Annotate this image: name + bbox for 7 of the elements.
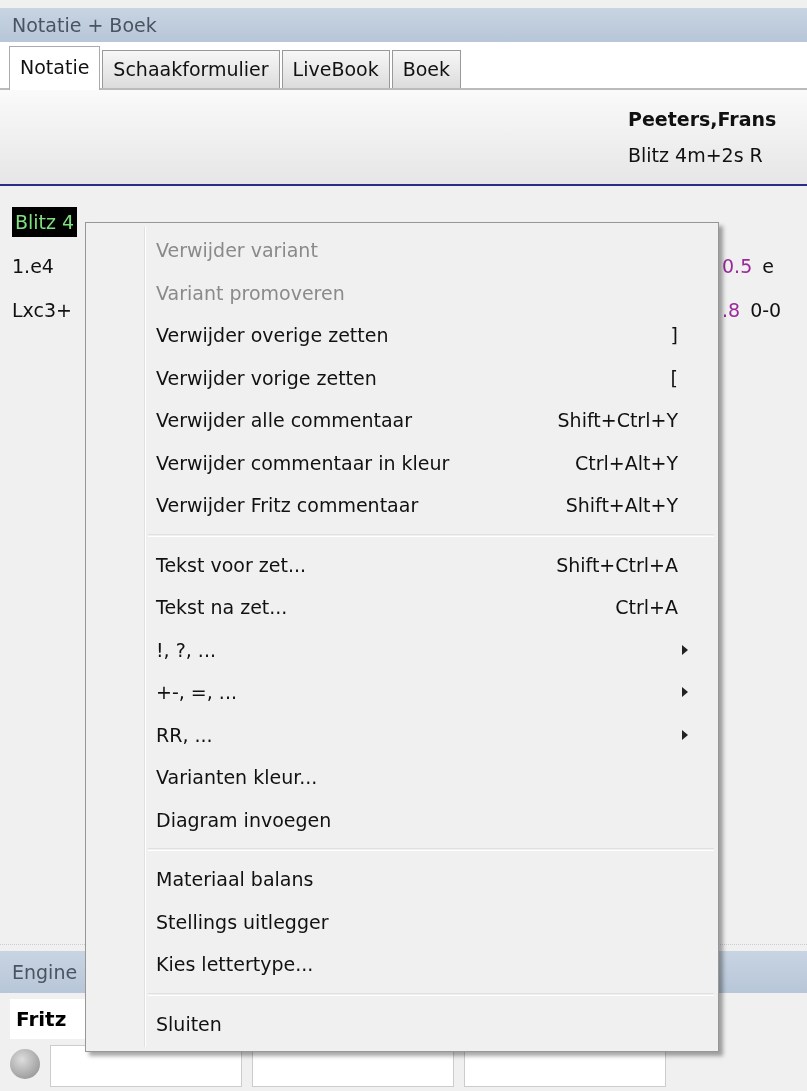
players-text: Peeters,Frans xyxy=(628,108,777,130)
engine-title: Engine xyxy=(12,961,78,983)
event-tag: Blitz 4 xyxy=(12,207,78,237)
event-text: Blitz 4m+2s R xyxy=(628,144,763,166)
eval-text: 0.5 xyxy=(722,255,753,277)
panel-title: Notatie + Boek xyxy=(12,14,157,36)
eval-text: .8 xyxy=(722,299,741,321)
